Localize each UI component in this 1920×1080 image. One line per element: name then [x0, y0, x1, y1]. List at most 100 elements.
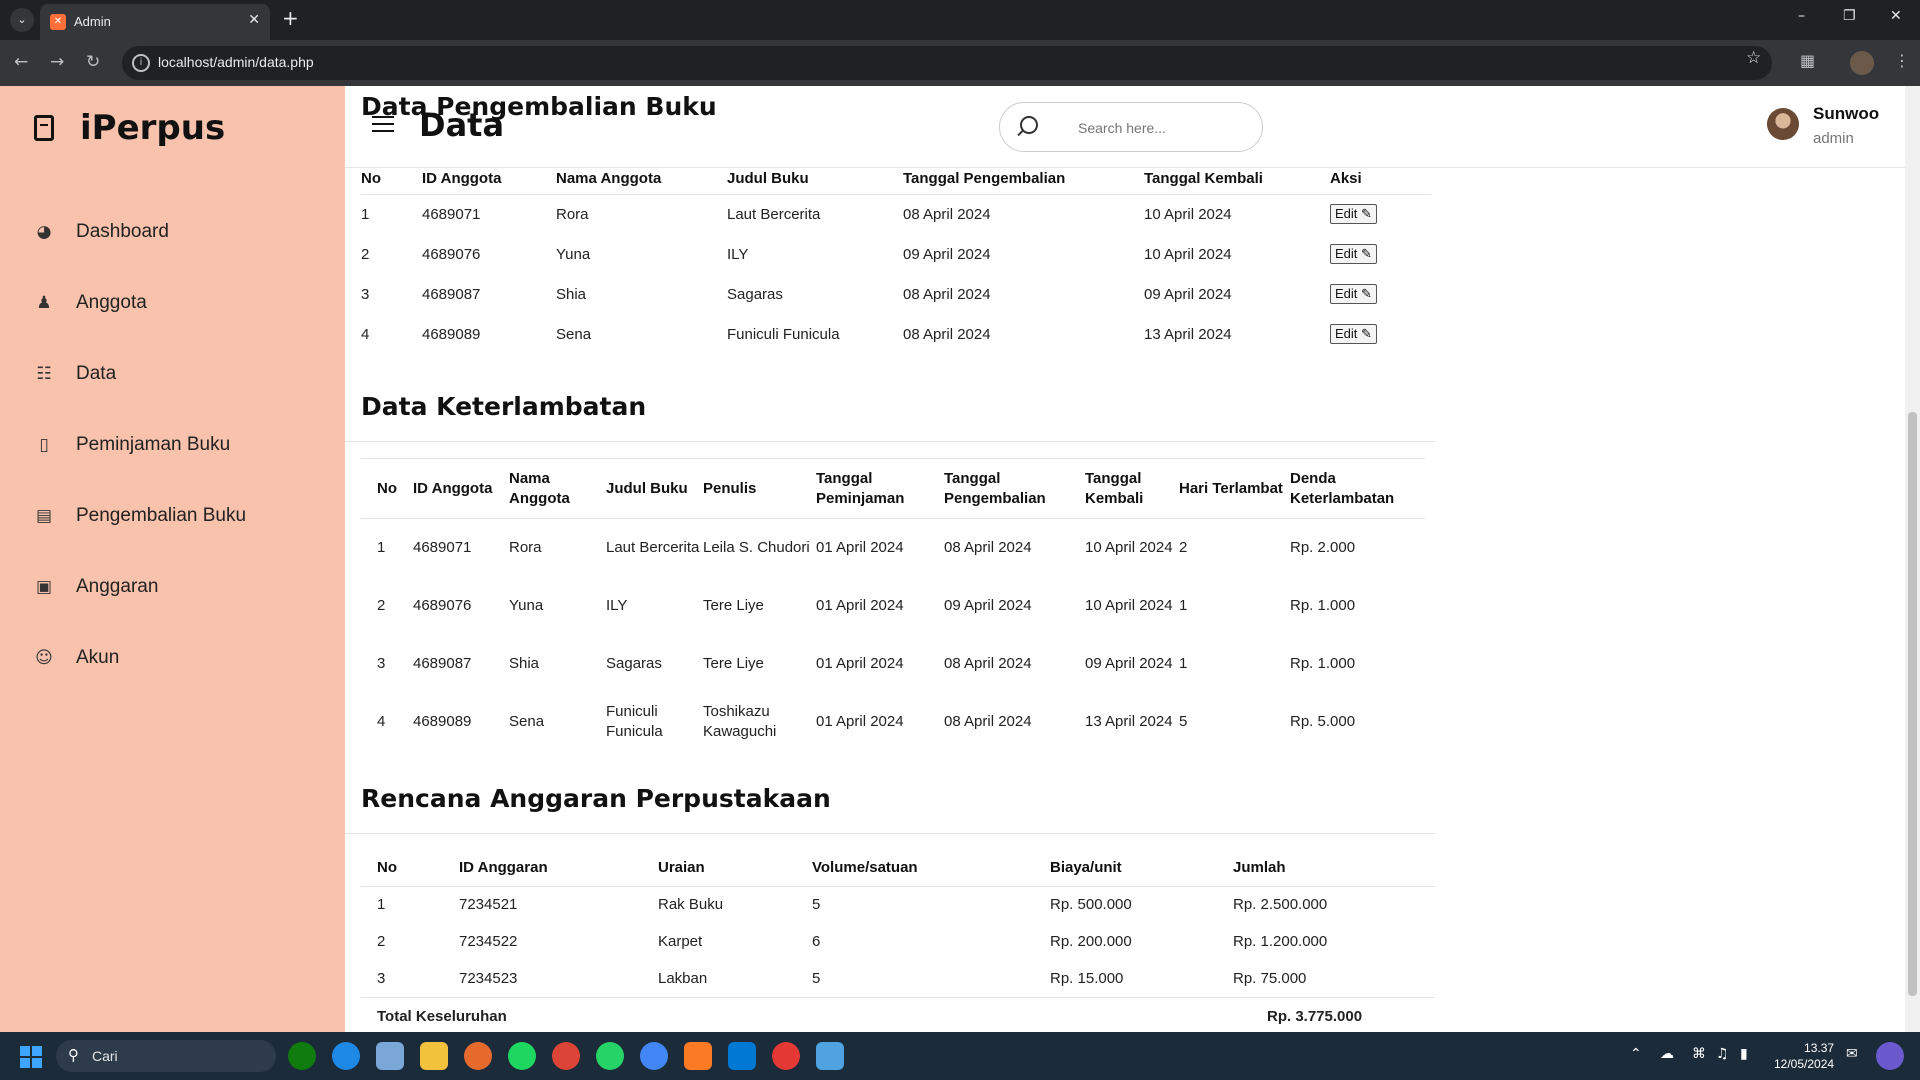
table-cell: 3	[377, 969, 386, 987]
search-box[interactable]	[999, 102, 1263, 152]
table-cell: 01 April 2024	[816, 712, 904, 730]
edge-icon[interactable]	[332, 1042, 360, 1070]
table-cell: Rp. 1.200.000	[1233, 933, 1328, 950]
notification-bell-icon[interactable]: ✉	[1846, 1046, 1858, 1062]
vscode-icon[interactable]	[728, 1042, 756, 1070]
column-header: Hari Terlambat	[1179, 458, 1290, 519]
anggaran-table: No ID Anggaran Uraian Volume/satuan Biay…	[361, 850, 1435, 1032]
bookmark-star-icon[interactable]: ☆	[1746, 48, 1761, 68]
address-bar[interactable]: i localhost/admin/data.php	[122, 46, 1772, 80]
sidebar-item-label: Dashboard	[76, 220, 169, 242]
xampp-icon[interactable]	[684, 1042, 712, 1070]
snipping-tool-icon[interactable]	[816, 1042, 844, 1070]
system-clock[interactable]: 13.37 12/05/2024	[1774, 1040, 1834, 1072]
onedrive-icon[interactable]: ☁	[1660, 1046, 1674, 1062]
taskbar-search[interactable]: ⚲ Cari	[56, 1040, 276, 1072]
table-cell: 2	[377, 596, 386, 614]
edit-button[interactable]: Edit ✎	[1330, 244, 1377, 264]
scrollbar-thumb[interactable]	[1908, 412, 1917, 996]
back-icon[interactable]: ←	[14, 52, 28, 72]
photos-icon[interactable]	[376, 1042, 404, 1070]
volume-icon[interactable]: ♫	[1716, 1046, 1729, 1062]
total-row: Total Keseluruhan Rp. 3.775.000	[361, 996, 1435, 1032]
table-cell: 7234521	[459, 896, 518, 914]
table-cell: Funiculi Funicula	[606, 702, 663, 740]
column-header: Aksi	[1330, 164, 1431, 195]
sidebar-item-dashboard[interactable]: ◕ Dashboard	[0, 196, 345, 267]
brand-name: iPerpus	[80, 108, 226, 148]
file-explorer-icon[interactable]	[420, 1042, 448, 1070]
table-cell: 4689071	[413, 538, 472, 556]
table-cell: 4689071	[422, 205, 481, 223]
clock-date: 12/05/2024	[1774, 1057, 1835, 1071]
table-cell: Laut Bercerita	[727, 205, 821, 223]
firefox-icon[interactable]	[464, 1042, 492, 1070]
close-tab-icon[interactable]: ✕	[248, 12, 260, 28]
close-window-icon[interactable]: ✕	[1890, 8, 1902, 24]
brand[interactable]: iPerpus	[34, 108, 225, 148]
table-cell: 08 April 2024	[903, 325, 991, 343]
restore-icon[interactable]: ❐	[1843, 8, 1856, 24]
new-tab-icon[interactable]: +	[282, 6, 299, 30]
column-header: Penulis	[703, 458, 816, 519]
tab-list-dropdown-icon[interactable]: ⌄	[10, 8, 34, 32]
divider	[345, 441, 1435, 442]
table-cell: 09 April 2024	[1085, 654, 1173, 672]
chrome-active-icon[interactable]	[640, 1042, 668, 1070]
search-input[interactable]	[1078, 117, 1248, 139]
sidebar-item-pengembalian-buku[interactable]: ▤ Pengembalian Buku	[0, 480, 345, 551]
table-cell: Rora	[509, 538, 542, 556]
spotify-icon[interactable]	[508, 1042, 536, 1070]
table-cell: 2	[1179, 538, 1188, 556]
edit-button[interactable]: Edit ✎	[1330, 204, 1377, 225]
table-row: 2 7234522 Karpet 6 Rp. 200.000 Rp. 1.200…	[361, 923, 1435, 960]
table-cell: Sena	[509, 712, 545, 730]
table-cell: 4689087	[413, 654, 472, 672]
sidebar-item-akun[interactable]: ☺ Akun	[0, 622, 345, 693]
xbox-icon[interactable]	[288, 1042, 316, 1070]
edit-button[interactable]: Edit ✎	[1330, 284, 1377, 304]
reload-icon[interactable]: ↻	[86, 52, 100, 72]
forward-icon[interactable]: →	[50, 52, 64, 72]
site-info-icon[interactable]: i	[132, 54, 150, 72]
search-icon: ⚲	[68, 1046, 79, 1064]
whatsapp-icon[interactable]	[596, 1042, 624, 1070]
tray-chevron-icon[interactable]: ⌃	[1630, 1046, 1642, 1062]
table-cell: Rp. 2.000	[1290, 538, 1356, 556]
column-header: Volume/satuan	[812, 850, 1050, 887]
column-header: No	[361, 164, 422, 195]
minimize-icon[interactable]: –	[1798, 8, 1805, 24]
sidebar-item-data[interactable]: ☷ Data	[0, 338, 345, 409]
url-text[interactable]: localhost/admin/data.php	[158, 54, 314, 70]
edit-button[interactable]: Edit ✎	[1330, 324, 1377, 344]
chrome-icon[interactable]	[552, 1042, 580, 1070]
wallet-icon: ▣	[35, 576, 53, 597]
table-cell: Shia	[556, 285, 587, 303]
extensions-icon[interactable]: ▦	[1800, 51, 1815, 70]
book-logo-icon	[34, 115, 54, 141]
profile-avatar[interactable]	[1850, 51, 1874, 75]
clipboard-icon: ☷	[36, 363, 52, 384]
battery-icon[interactable]: ▮	[1740, 1046, 1748, 1062]
table-cell: 7234523	[459, 969, 518, 987]
table-cell: Laut Bercerita	[606, 538, 700, 556]
browser-tab[interactable]: ✕ Admin ✕	[40, 4, 270, 40]
user-circle-icon: ☺	[35, 647, 53, 668]
table-cell: Tere Liye	[703, 654, 764, 672]
sidebar-item-anggaran[interactable]: ▣ Anggaran	[0, 551, 345, 622]
sidebar-menu: ◕ Dashboard ♟ Anggota ☷ Data ▯ Peminjama…	[0, 196, 345, 693]
table-row: 1 4689071 Rora Laut Bercerita Leila S. C…	[361, 519, 1425, 577]
wifi-icon[interactable]: ⌘	[1692, 1046, 1706, 1062]
sidebar-item-peminjaman-buku[interactable]: ▯ Peminjaman Buku	[0, 409, 345, 480]
total-value: Rp. 3.775.000	[1233, 996, 1435, 1032]
page-scrollbar[interactable]	[1905, 86, 1920, 1032]
avatar[interactable]	[1767, 108, 1799, 140]
table-cell: Rp. 200.000	[1050, 933, 1132, 950]
sidebar-item-anggota[interactable]: ♟ Anggota	[0, 267, 345, 338]
copilot-icon[interactable]	[1876, 1042, 1904, 1070]
browser-menu-icon[interactable]: ⋮	[1894, 51, 1910, 70]
table-cell: 08 April 2024	[944, 538, 1032, 556]
chrome-profile-icon[interactable]	[772, 1042, 800, 1070]
windows-start-icon[interactable]	[20, 1046, 42, 1068]
table-cell: 4689089	[413, 712, 472, 730]
